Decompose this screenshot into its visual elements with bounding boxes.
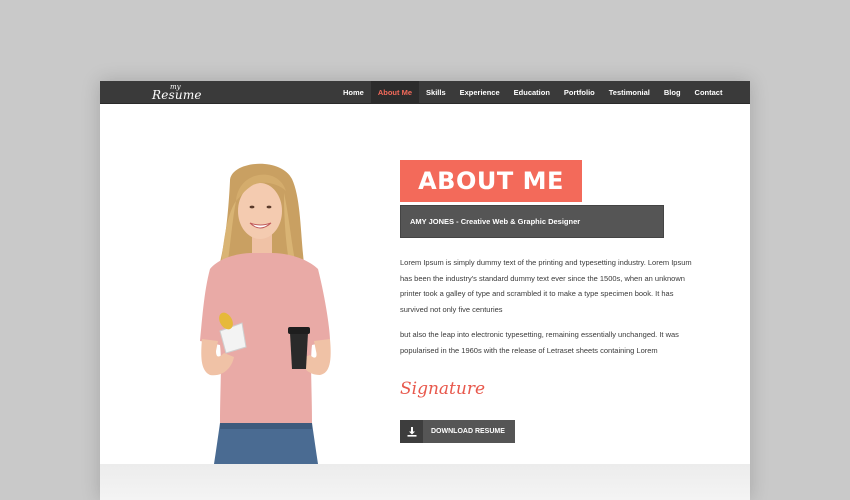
nav-item-testimonial[interactable]: Testimonial bbox=[602, 81, 657, 104]
download-icon bbox=[400, 420, 423, 443]
profile-subtitle: AMY JONES - Creative Web & Graphic Desig… bbox=[400, 205, 664, 238]
signature: Signature bbox=[400, 379, 486, 399]
main-menu: Home About Me Skills Experience Educatio… bbox=[336, 81, 729, 104]
profile-photo bbox=[200, 163, 331, 464]
download-resume-label: DOWNLOAD RESUME bbox=[431, 428, 505, 435]
download-resume-button[interactable]: DOWNLOAD RESUME bbox=[400, 420, 515, 443]
nav-item-contact[interactable]: Contact bbox=[688, 81, 730, 104]
top-navigation: my Resume Home About Me Skills Experienc… bbox=[100, 81, 750, 104]
nav-item-about-me[interactable]: About Me bbox=[370, 81, 420, 104]
about-title: ABOUT ME bbox=[400, 160, 582, 202]
about-paragraph-2: but also the leap into electronic typese… bbox=[400, 330, 679, 355]
nav-item-skills[interactable]: Skills bbox=[419, 81, 453, 104]
nav-item-home[interactable]: Home bbox=[336, 81, 371, 104]
website-frame: my Resume Home About Me Skills Experienc… bbox=[100, 81, 750, 500]
nav-item-education[interactable]: Education bbox=[507, 81, 557, 104]
site-logo[interactable]: my Resume bbox=[152, 83, 202, 102]
nav-item-blog[interactable]: Blog bbox=[657, 81, 688, 104]
nav-item-experience[interactable]: Experience bbox=[453, 81, 507, 104]
about-paragraph-1: Lorem Ipsum is simply dummy text of the … bbox=[400, 258, 692, 314]
logo-word: Resume bbox=[152, 88, 202, 102]
next-section-preview bbox=[100, 464, 750, 500]
nav-item-portfolio[interactable]: Portfolio bbox=[557, 81, 602, 104]
